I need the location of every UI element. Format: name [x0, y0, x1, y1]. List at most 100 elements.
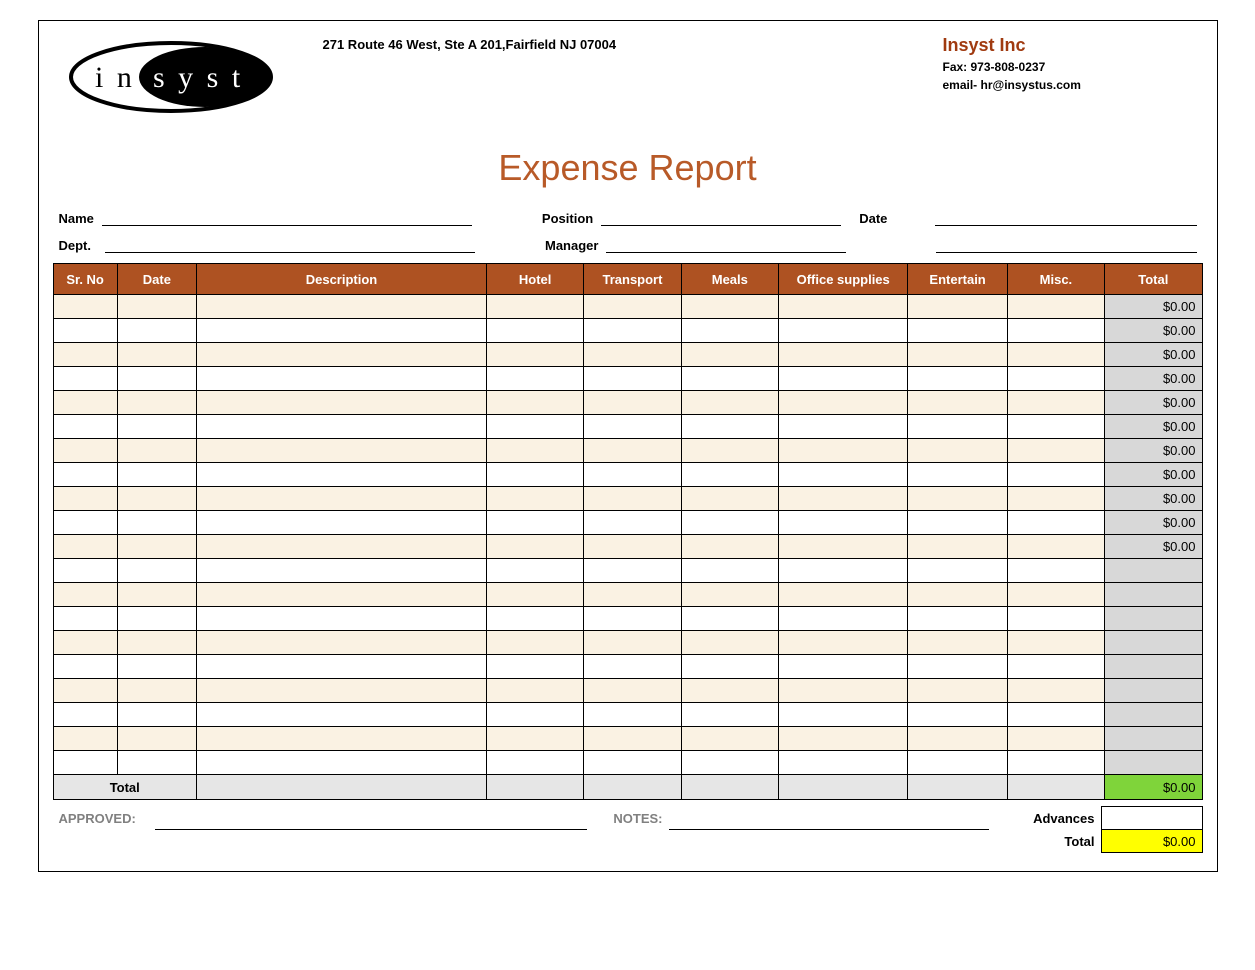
table-cell[interactable] — [117, 751, 196, 775]
table-cell[interactable] — [53, 415, 117, 439]
table-cell[interactable] — [908, 631, 1007, 655]
table-cell[interactable] — [196, 655, 486, 679]
table-cell[interactable] — [778, 439, 907, 463]
table-cell[interactable] — [908, 319, 1007, 343]
table-cell[interactable] — [584, 727, 681, 751]
table-cell[interactable] — [681, 367, 778, 391]
table-cell[interactable] — [117, 727, 196, 751]
table-cell[interactable] — [486, 463, 583, 487]
table-cell[interactable] — [196, 319, 486, 343]
table-cell[interactable] — [681, 559, 778, 583]
table-cell[interactable] — [778, 511, 907, 535]
table-cell[interactable] — [117, 607, 196, 631]
table-cell[interactable] — [1007, 487, 1104, 511]
extra-input-line[interactable] — [936, 236, 1196, 253]
table-cell[interactable] — [681, 727, 778, 751]
table-cell[interactable] — [1007, 583, 1104, 607]
table-cell[interactable] — [681, 463, 778, 487]
table-cell[interactable] — [196, 439, 486, 463]
table-cell[interactable] — [196, 415, 486, 439]
table-cell[interactable] — [778, 679, 907, 703]
table-cell[interactable] — [1007, 391, 1104, 415]
table-cell[interactable] — [584, 679, 681, 703]
table-cell[interactable] — [908, 487, 1007, 511]
table-cell[interactable] — [778, 367, 907, 391]
table-cell[interactable] — [117, 343, 196, 367]
table-cell[interactable] — [486, 439, 583, 463]
table-cell[interactable] — [908, 415, 1007, 439]
table-cell[interactable] — [584, 487, 681, 511]
table-cell[interactable] — [681, 295, 778, 319]
table-cell[interactable] — [117, 415, 196, 439]
table-cell[interactable] — [53, 535, 117, 559]
table-cell[interactable] — [1007, 631, 1104, 655]
table-cell[interactable] — [681, 343, 778, 367]
table-cell[interactable] — [486, 655, 583, 679]
table-cell[interactable] — [584, 559, 681, 583]
table-cell[interactable] — [196, 487, 486, 511]
table-cell[interactable] — [117, 367, 196, 391]
table-cell[interactable] — [196, 559, 486, 583]
table-cell[interactable] — [778, 703, 907, 727]
table-cell[interactable] — [117, 511, 196, 535]
table-cell[interactable] — [1007, 559, 1104, 583]
advances-value-cell[interactable] — [1101, 807, 1202, 830]
table-cell[interactable] — [53, 511, 117, 535]
table-cell[interactable] — [681, 655, 778, 679]
table-cell[interactable] — [584, 343, 681, 367]
table-cell[interactable] — [196, 679, 486, 703]
table-cell[interactable] — [584, 631, 681, 655]
table-cell[interactable] — [681, 607, 778, 631]
table-cell[interactable] — [584, 607, 681, 631]
table-cell[interactable] — [584, 439, 681, 463]
table-cell[interactable] — [584, 319, 681, 343]
table-cell[interactable] — [117, 391, 196, 415]
table-cell[interactable] — [908, 535, 1007, 559]
table-cell[interactable] — [53, 727, 117, 751]
table-cell[interactable] — [486, 631, 583, 655]
table-cell[interactable] — [584, 295, 681, 319]
table-cell[interactable] — [778, 727, 907, 751]
table-cell[interactable] — [486, 703, 583, 727]
table-cell[interactable] — [1007, 439, 1104, 463]
table-cell[interactable] — [584, 751, 681, 775]
table-cell[interactable] — [681, 391, 778, 415]
table-cell[interactable] — [53, 655, 117, 679]
table-cell[interactable] — [117, 631, 196, 655]
table-cell[interactable] — [1007, 727, 1104, 751]
table-cell[interactable] — [681, 415, 778, 439]
table-cell[interactable] — [778, 751, 907, 775]
table-cell[interactable] — [1007, 295, 1104, 319]
table-cell[interactable] — [486, 583, 583, 607]
table-cell[interactable] — [584, 415, 681, 439]
table-cell[interactable] — [1007, 703, 1104, 727]
table-cell[interactable] — [1007, 463, 1104, 487]
table-cell[interactable] — [486, 679, 583, 703]
table-cell[interactable] — [53, 631, 117, 655]
table-cell[interactable] — [486, 727, 583, 751]
table-cell[interactable] — [1007, 751, 1104, 775]
table-cell[interactable] — [681, 631, 778, 655]
table-cell[interactable] — [53, 751, 117, 775]
table-cell[interactable] — [486, 295, 583, 319]
table-cell[interactable] — [53, 439, 117, 463]
table-cell[interactable] — [196, 367, 486, 391]
table-cell[interactable] — [1007, 343, 1104, 367]
table-cell[interactable] — [117, 679, 196, 703]
table-cell[interactable] — [117, 463, 196, 487]
table-cell[interactable] — [681, 751, 778, 775]
table-cell[interactable] — [681, 679, 778, 703]
table-cell[interactable] — [486, 559, 583, 583]
table-cell[interactable] — [117, 295, 196, 319]
table-cell[interactable] — [53, 295, 117, 319]
table-cell[interactable] — [908, 391, 1007, 415]
table-cell[interactable] — [778, 535, 907, 559]
table-cell[interactable] — [584, 391, 681, 415]
table-cell[interactable] — [196, 391, 486, 415]
table-cell[interactable] — [681, 439, 778, 463]
table-cell[interactable] — [53, 703, 117, 727]
table-cell[interactable] — [681, 487, 778, 511]
table-cell[interactable] — [778, 463, 907, 487]
table-cell[interactable] — [778, 295, 907, 319]
notes-input-line[interactable] — [669, 807, 989, 830]
